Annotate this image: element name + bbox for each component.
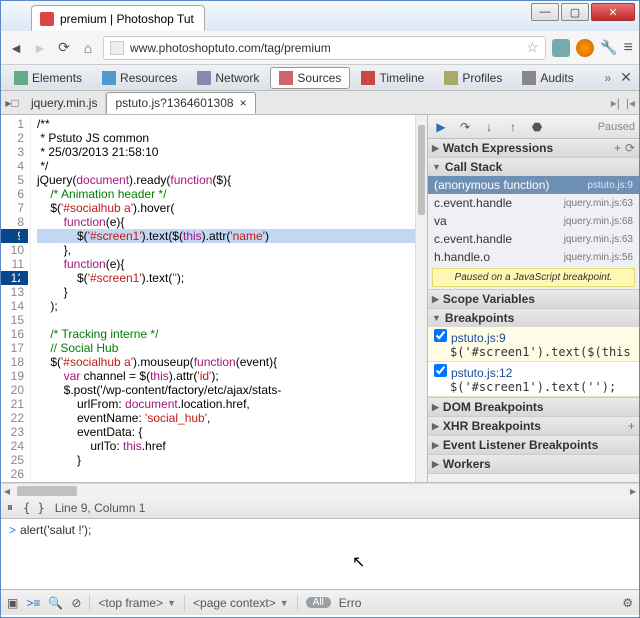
history-back-icon[interactable]: ▸| bbox=[611, 96, 620, 110]
close-devtools-icon[interactable]: ✕ bbox=[617, 69, 635, 87]
breakpoint-item[interactable]: pstuto.js:12 $('#screen1').text(''); bbox=[428, 362, 639, 397]
pause-exceptions-icon[interactable]: ⏸ bbox=[7, 500, 13, 515]
home-icon[interactable]: ⌂ bbox=[79, 39, 97, 57]
console[interactable]: > alert('salut !'); bbox=[1, 519, 639, 589]
add-watch-icon[interactable]: + bbox=[614, 141, 621, 155]
file-tab-strip: ▸□ jquery.min.js pstuto.js?1364601308× ▸… bbox=[1, 91, 639, 115]
back-icon[interactable]: ◄ bbox=[7, 39, 25, 57]
reload-icon[interactable]: ⟳ bbox=[55, 39, 73, 57]
context-selector[interactable]: <page context> ▼ bbox=[193, 596, 289, 610]
dock-icon[interactable]: ▣ bbox=[7, 596, 18, 610]
resume-icon[interactable]: ▶ bbox=[432, 118, 450, 136]
console-prompt-icon: > bbox=[9, 523, 16, 537]
tab-title: premium | Photoshop Tut bbox=[60, 12, 194, 26]
stack-frame[interactable]: c.event.handlejquery.min.js:63 bbox=[428, 194, 639, 212]
step-over-icon[interactable]: ↷ bbox=[456, 118, 474, 136]
panel-audits[interactable]: Audits bbox=[513, 67, 582, 89]
page-icon bbox=[110, 41, 124, 55]
section-dom-bp[interactable]: ▶DOM Breakpoints bbox=[428, 398, 639, 416]
panel-elements[interactable]: Elements bbox=[5, 67, 91, 89]
step-into-icon[interactable]: ↓ bbox=[480, 118, 498, 136]
devtools-panel-bar: Elements Resources Network Sources Timel… bbox=[1, 65, 639, 91]
panel-profiles[interactable]: Profiles bbox=[435, 67, 511, 89]
clear-console-icon[interactable]: ⊘ bbox=[71, 596, 81, 610]
console-toolbar: ▣ >≡ 🔍 ⊘ <top frame> ▼ <page context> ▼ … bbox=[1, 589, 639, 615]
horizontal-scrollbar[interactable]: ◂▸ bbox=[1, 483, 639, 497]
show-console-icon[interactable]: >≡ bbox=[26, 596, 40, 610]
stack-frame[interactable]: vajquery.min.js:68 bbox=[428, 212, 639, 230]
search-icon[interactable]: 🔍 bbox=[48, 596, 63, 610]
refresh-watch-icon[interactable]: ⟳ bbox=[625, 141, 635, 155]
bp-checkbox[interactable] bbox=[434, 364, 447, 377]
filter-all[interactable]: All bbox=[306, 597, 331, 608]
console-input-text[interactable]: alert('salut !'); bbox=[20, 523, 91, 537]
mouse-cursor-icon: ↖ bbox=[352, 552, 365, 572]
section-breakpoints[interactable]: ▼Breakpoints bbox=[428, 309, 639, 327]
address-bar: ◄ ► ⟳ ⌂ www.photoshoptuto.com/tag/premiu… bbox=[1, 31, 639, 65]
section-workers[interactable]: ▶Workers bbox=[428, 455, 639, 473]
add-xhr-bp-icon[interactable]: + bbox=[628, 419, 635, 433]
close-window-button[interactable]: ✕ bbox=[591, 3, 635, 21]
bp-checkbox[interactable] bbox=[434, 329, 447, 342]
source-editor[interactable]: 1234567891011121314151617181920212223242… bbox=[1, 115, 427, 482]
pretty-print-icon[interactable]: { } bbox=[23, 501, 45, 515]
file-tab-jquery[interactable]: jquery.min.js bbox=[23, 92, 106, 114]
breakpoint-item[interactable]: pstuto.js:9 $('#screen1').text($(this)… bbox=[428, 327, 639, 362]
panel-network[interactable]: Network bbox=[188, 67, 268, 89]
section-xhr-bp[interactable]: ▶XHR Breakpoints+ bbox=[428, 417, 639, 435]
panel-timeline[interactable]: Timeline bbox=[352, 67, 433, 89]
extension-icon-2[interactable] bbox=[576, 39, 594, 57]
paused-label: Paused bbox=[598, 121, 635, 133]
minimize-button[interactable]: — bbox=[531, 3, 559, 21]
line-gutter[interactable]: 1234567891011121314151617181920212223242… bbox=[1, 115, 31, 482]
extension-icon-1[interactable] bbox=[552, 39, 570, 57]
forward-icon: ► bbox=[31, 39, 49, 57]
navigator-toggle-icon[interactable]: ▸□ bbox=[1, 96, 23, 110]
code-area[interactable]: /** * Pstuto JS common * 25/03/2013 21:5… bbox=[31, 115, 415, 482]
wrench-icon[interactable]: 🔧 bbox=[600, 39, 618, 57]
stack-frame[interactable]: h.handle.ojquery.min.js:56 bbox=[428, 248, 639, 266]
editor-status-bar: ⏸ { } Line 9, Column 1 bbox=[1, 497, 639, 519]
maximize-button[interactable]: ▢ bbox=[561, 3, 589, 21]
url-input[interactable]: www.photoshoptuto.com/tag/premium ☆ bbox=[103, 36, 546, 60]
favicon bbox=[40, 12, 54, 26]
filter-errors[interactable]: Erro bbox=[339, 596, 362, 610]
file-tab-pstuto[interactable]: pstuto.js?1364601308× bbox=[106, 92, 255, 114]
section-callstack[interactable]: ▼Call Stack bbox=[428, 158, 639, 176]
bookmark-star-icon[interactable]: ☆ bbox=[526, 39, 539, 56]
browser-tab[interactable]: premium | Photoshop Tut bbox=[31, 5, 205, 31]
cursor-position: Line 9, Column 1 bbox=[55, 501, 146, 515]
frame-selector[interactable]: <top frame> ▼ bbox=[98, 596, 176, 610]
stack-frame[interactable]: c.event.handlejquery.min.js:63 bbox=[428, 230, 639, 248]
paused-note: Paused on a JavaScript breakpoint. bbox=[432, 268, 635, 287]
window-titlebar: premium | Photoshop Tut — ▢ ✕ bbox=[1, 1, 639, 31]
vertical-scrollbar[interactable] bbox=[415, 115, 427, 482]
section-scope[interactable]: ▶Scope Variables bbox=[428, 290, 639, 308]
history-fwd-icon[interactable]: |◂ bbox=[626, 96, 635, 110]
panel-resources[interactable]: Resources bbox=[93, 67, 186, 89]
step-out-icon[interactable]: ↑ bbox=[504, 118, 522, 136]
url-text: www.photoshoptuto.com/tag/premium bbox=[130, 41, 331, 55]
panel-sources[interactable]: Sources bbox=[270, 67, 350, 89]
debugger-toolbar: ▶ ↷ ↓ ↑ ⬣ Paused bbox=[428, 115, 639, 139]
chrome-menu-icon[interactable]: ≡ bbox=[624, 39, 633, 57]
section-watch[interactable]: ▶Watch Expressions +⟳ bbox=[428, 139, 639, 157]
panel-overflow-icon[interactable]: » bbox=[604, 71, 611, 85]
section-evt-bp[interactable]: ▶Event Listener Breakpoints bbox=[428, 436, 639, 454]
settings-gear-icon[interactable]: ⚙ bbox=[622, 596, 633, 610]
stack-frame[interactable]: (anonymous function)pstuto.js:9 bbox=[428, 176, 639, 194]
debugger-sidebar: ▶ ↷ ↓ ↑ ⬣ Paused ▶Watch Expressions +⟳ ▼… bbox=[427, 115, 639, 482]
close-tab-icon[interactable]: × bbox=[240, 96, 247, 110]
deactivate-bp-icon[interactable]: ⬣ bbox=[528, 118, 546, 136]
